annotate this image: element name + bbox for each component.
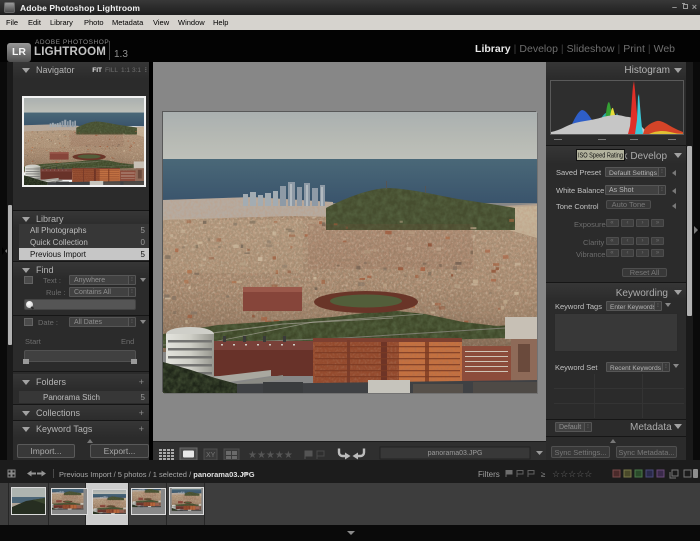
- svg-text:☆☆☆☆☆: ☆☆☆☆☆: [552, 469, 592, 479]
- svg-text:XY: XY: [206, 452, 216, 459]
- svg-text:panorama03.JPG: panorama03.JPG: [428, 450, 483, 457]
- svg-text:Filters: Filters: [478, 470, 500, 479]
- svg-text:ISO Speed Rating: ISO Speed Rating: [578, 153, 623, 160]
- svg-text:Previous Import / 5 photos / 1: Previous Import / 5 photos / 1 selected …: [59, 470, 255, 479]
- svg-text:≥: ≥: [541, 470, 546, 479]
